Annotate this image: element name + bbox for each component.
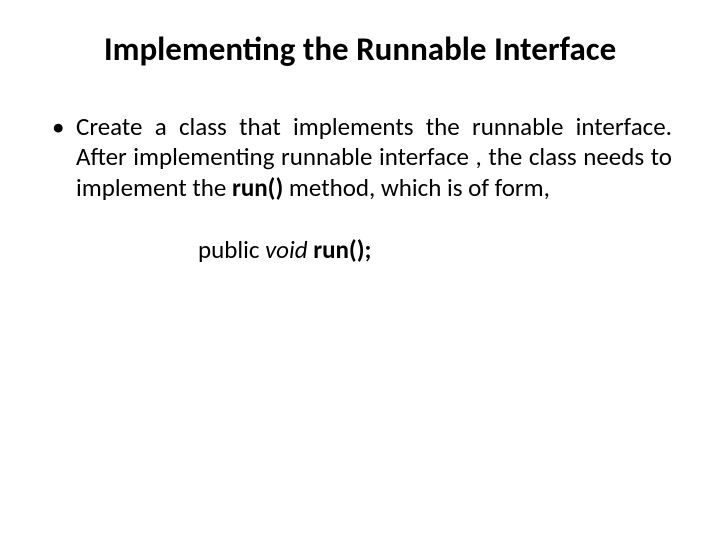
slide-body: Create a class that implements the runna… <box>48 112 672 266</box>
bullet-item: Create a class that implements the runna… <box>48 112 672 204</box>
bullet-method: run() <box>232 172 283 203</box>
slide-title: Implementing the Runnable Interface <box>48 30 672 70</box>
signature-public: public <box>198 234 265 265</box>
slide: Implementing the Runnable Interface Crea… <box>0 0 720 540</box>
method-signature: public void run(); <box>48 235 672 266</box>
signature-call: run(); <box>313 234 371 265</box>
bullet-text-post: method, which is of form, <box>283 172 550 203</box>
signature-void: void <box>265 234 313 265</box>
